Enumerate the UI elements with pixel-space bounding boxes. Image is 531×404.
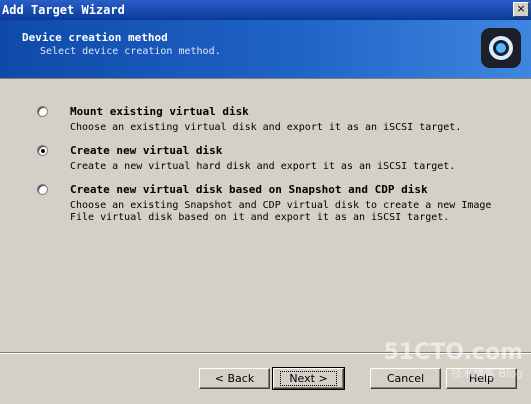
option-description: Choose an existing Snapshot and CDP virt… [70,200,492,211]
radio-selected-dot [41,149,45,153]
header-subtitle: Select device creation method. [40,46,221,57]
option-description: Create a new virtual hard disk and expor… [70,161,456,172]
title-bar: Add Target Wizard × [0,0,531,20]
wizard-header: Device creation method Select device cre… [0,20,531,79]
option-description: Choose an existing virtual disk and expo… [70,122,462,133]
back-button[interactable]: < Back [199,368,270,389]
header-title: Device creation method [22,31,168,44]
option-description: File virtual disk based on it and export… [70,212,450,223]
radio-create-new[interactable] [37,145,48,156]
option-label[interactable]: Mount existing virtual disk [70,105,249,118]
radio-snapshot-cdp[interactable] [37,184,48,195]
radio-mount-existing[interactable] [37,106,48,117]
option-label[interactable]: Create new virtual disk [70,144,222,157]
close-button[interactable]: × [513,2,529,17]
window-title: Add Target Wizard [2,3,125,17]
next-button-label: Next > [280,371,337,386]
option-label[interactable]: Create new virtual disk based on Snapsho… [70,183,428,196]
watermark-brand: 51CTO.com [383,340,523,365]
watermark: 51CTO.com 技术博客 Blog [384,340,523,381]
watermark-sub: 技术博客 Blog [451,367,523,380]
app-logo-icon [481,28,521,68]
next-button[interactable]: Next > [272,367,345,390]
